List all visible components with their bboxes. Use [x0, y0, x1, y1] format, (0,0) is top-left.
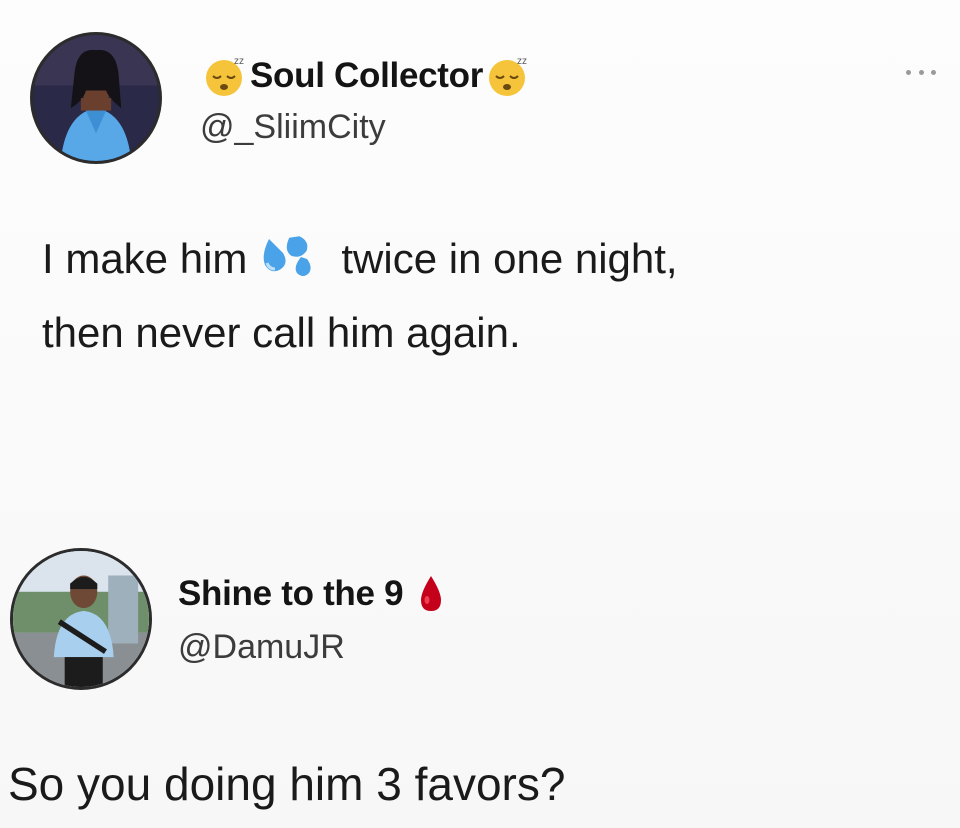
tweet-text-before-emoji: I make him — [42, 235, 248, 282]
svg-text:zz: zz — [234, 56, 244, 67]
reply-author-handle[interactable]: @DamuJR — [178, 628, 345, 667]
svg-text:zz: zz — [517, 56, 527, 67]
sleeping-face-emoji: zz — [483, 54, 533, 98]
author-display-name[interactable]: Soul Collector — [250, 56, 483, 96]
reply-author-display-name[interactable]: Shine to the 9 — [178, 574, 404, 614]
author-handle[interactable]: @_SliimCity — [200, 108, 386, 147]
tweet-text-line-1: I make him twice in one night, — [42, 222, 678, 296]
author-avatar[interactable] — [30, 32, 162, 164]
tweet-text-line-2: then never call him again. — [42, 309, 521, 356]
reply-author-avatar[interactable] — [10, 548, 152, 690]
more-horizontal-icon[interactable] — [906, 66, 936, 78]
screenshot-page: zz Soul Collector zz @_SliimCity I make … — [0, 0, 960, 828]
tweet-text: I make him twice in one night, then neve… — [42, 222, 678, 370]
tweet-text-after-emoji: twice in one night, — [341, 235, 678, 282]
sleeping-face-emoji: zz — [200, 54, 250, 98]
author-name-row: zz Soul Collector zz — [200, 54, 533, 98]
drop-of-blood-emoji — [417, 574, 445, 614]
reply-text: So you doing him 3 favors? — [8, 758, 566, 810]
sweat-droplets-emoji — [259, 233, 327, 281]
reply-author-name-row: Shine to the 9 — [178, 574, 445, 614]
